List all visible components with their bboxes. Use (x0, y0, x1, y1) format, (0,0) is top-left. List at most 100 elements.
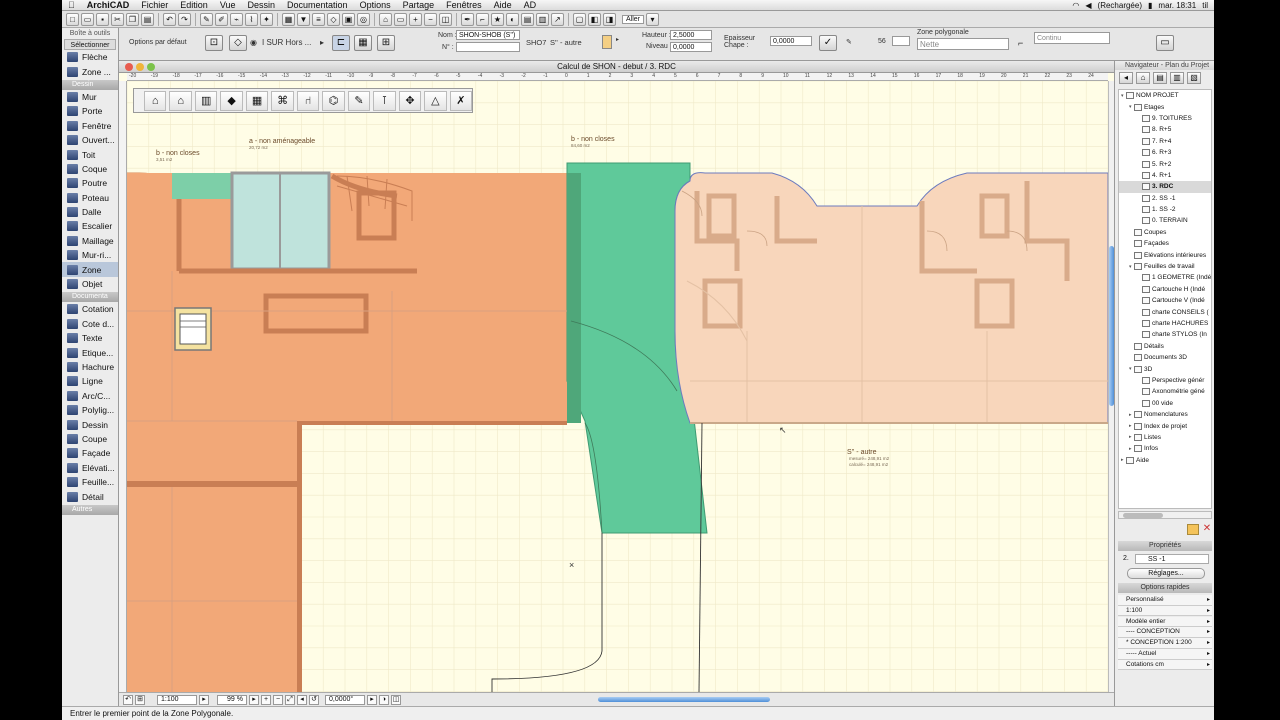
quick-option-row[interactable]: Modèle entier (1118, 616, 1212, 628)
palette-eraser-icon[interactable]: ✗ (449, 90, 473, 111)
tree-item[interactable]: Axonométrie géné (1119, 386, 1211, 397)
tree-item[interactable]: ▸ Listes (1119, 432, 1211, 443)
navigator-icon[interactable]: ◨ (603, 12, 616, 26)
tool-text[interactable]: Texte (62, 331, 118, 345)
horizontal-scroll-thumb[interactable] (598, 697, 770, 702)
tree-item[interactable]: charte HACHURES (1119, 318, 1211, 329)
tool-opening[interactable]: Ouvert... (62, 133, 118, 147)
tool-drawing[interactable]: Dessin (62, 417, 118, 431)
palette-house-icon[interactable]: ⌂ (144, 90, 167, 111)
tree-item[interactable]: ▾ 3D (1119, 363, 1211, 374)
pen-number[interactable]: 56 (878, 38, 886, 45)
scale-dropdown-icon[interactable]: ▸ (199, 694, 209, 705)
tool-worksheet[interactable]: Feuille... (62, 475, 118, 489)
inject-icon[interactable]: ✐ (215, 12, 228, 26)
undo-view-icon[interactable]: ↶ (123, 694, 133, 705)
tool-zone[interactable]: Zone (62, 262, 118, 277)
tool-beam[interactable]: Poutre (62, 176, 118, 190)
check-icon[interactable]: ✓ (819, 35, 837, 51)
tree-scroll-thumb[interactable] (1123, 513, 1163, 518)
tool-window[interactable]: Fenêtre (62, 119, 118, 133)
tool-elevation[interactable]: Façade (62, 446, 118, 460)
new-icon[interactable]: □ (66, 12, 79, 26)
palette-book-icon[interactable]: ▦ (245, 90, 269, 111)
quick-option-row[interactable]: Cotations cm (1118, 659, 1212, 671)
user-menu[interactable]: til (1202, 1, 1208, 10)
properties-field[interactable]: SS -1 (1135, 554, 1209, 564)
syringe-icon[interactable]: ⌇ (245, 12, 258, 26)
angle-dropdown-icon[interactable]: ▸ (367, 694, 377, 705)
app-menu[interactable]: ArchiCAD (81, 0, 136, 10)
magic-wand-icon[interactable]: ✦ (260, 12, 273, 26)
menu-ad[interactable]: AD (518, 0, 543, 10)
tool-section[interactable]: Coupe (62, 432, 118, 446)
layer-icon[interactable]: ≡ (312, 12, 325, 26)
render-icon[interactable]: ◐ (506, 12, 519, 26)
print-icon[interactable]: ▥ (536, 12, 549, 26)
menu-vue[interactable]: Vue (214, 0, 242, 10)
tree-item[interactable]: 00 vide (1119, 398, 1211, 409)
detail-icon[interactable]: ◎ (357, 12, 370, 26)
tree-item[interactable]: charte STYLOS (In (1119, 329, 1211, 340)
tree-item[interactable]: ▾ Feuilles de travail (1119, 261, 1211, 272)
zoom-dropdown-icon[interactable]: ▸ (249, 694, 259, 705)
split-icon[interactable]: ◧ (588, 12, 601, 26)
wifi-icon[interactable]: ◠ (1072, 1, 1079, 10)
menu-aide[interactable]: Aide (488, 0, 518, 10)
height-field[interactable]: 2,5000 (670, 30, 712, 40)
quick-option-row[interactable]: ---- CONCEPTION (1118, 627, 1212, 638)
fill-icon[interactable]: ▭ (1156, 35, 1174, 51)
tree-item[interactable]: 2. SS -1 (1119, 193, 1211, 204)
tree-scrollbar[interactable] (1118, 511, 1212, 519)
palette-furniture-icon[interactable]: ⌬ (322, 90, 345, 111)
group-dessin[interactable]: Dessin (62, 79, 118, 90)
goto-select[interactable]: Aller (622, 14, 645, 24)
quick-option-row[interactable]: 1:100 (1118, 605, 1212, 617)
palette-draw-icon[interactable]: △ (424, 90, 447, 111)
tree-item[interactable]: Documents 3D (1119, 352, 1211, 363)
minimize-window-icon[interactable] (136, 63, 144, 71)
menu-edition[interactable]: Edition (174, 0, 214, 10)
tool-fill[interactable]: Hachure (62, 360, 118, 374)
category-color-swatch[interactable] (602, 35, 612, 49)
zoom-out-icon[interactable]: − (424, 12, 437, 26)
tree-item[interactable]: ▾ Etages (1119, 101, 1211, 112)
tree-item[interactable]: Détails (1119, 341, 1211, 352)
grid-snap-icon[interactable]: ▦ (282, 12, 295, 26)
menu-fenetres[interactable]: Fenêtres (440, 0, 488, 10)
volume-icon[interactable]: ◀ (1085, 1, 1091, 10)
window-icon[interactable]: ▢ (573, 12, 586, 26)
tool-slab[interactable]: Dalle (62, 205, 118, 219)
zoom-field[interactable]: 99 % (217, 694, 247, 705)
tree-item[interactable]: 0. TERRAIN (1119, 215, 1211, 226)
vertical-ruler[interactable] (119, 81, 127, 692)
palette-move-icon[interactable]: ✥ (398, 90, 422, 111)
menu-dessin[interactable]: Dessin (242, 0, 282, 10)
view-map-icon[interactable]: ▤ (1153, 72, 1167, 84)
tree-item[interactable]: Perspective génér (1119, 375, 1211, 386)
tree-item[interactable]: 4. R+1 (1119, 170, 1211, 181)
elevation-icon[interactable]: ⌂ (379, 12, 392, 26)
cut-icon[interactable]: ✂ (111, 12, 124, 26)
pen-icon[interactable]: ✒ (461, 12, 474, 26)
group-autres[interactable]: Autres (62, 504, 118, 515)
quick-option-row[interactable]: * CONCEPTION 1:200 (1118, 638, 1212, 649)
gravity-icon[interactable]: ▼ (297, 12, 310, 26)
line-type-select[interactable]: Continu (1034, 32, 1110, 44)
rectangle-method-icon[interactable]: ▦ (354, 35, 372, 51)
publisher-icon[interactable]: ▧ (1187, 72, 1201, 84)
menu-fichier[interactable]: Fichier (135, 0, 174, 10)
settings-button[interactable]: Réglages... (1127, 568, 1205, 579)
layer-dropdown-icon[interactable]: ▸ (320, 38, 324, 47)
layout-book-icon[interactable]: ▥ (1170, 72, 1184, 84)
chevron-down-icon[interactable]: ▾ (646, 12, 660, 26)
rotated-rectangle-icon[interactable]: ⊞ (377, 35, 395, 51)
default-options-label[interactable]: Options par défaut (129, 39, 187, 46)
copy-icon[interactable]: ❐ (126, 12, 139, 26)
pen-field[interactable] (892, 36, 910, 46)
tree-item[interactable]: Façades (1119, 238, 1211, 249)
tool-object[interactable]: Objet (62, 277, 118, 291)
properties-header[interactable]: Propriétés (1118, 541, 1212, 551)
tool-column[interactable]: Poteau (62, 191, 118, 205)
polygon-method-icon[interactable]: ⊏ (332, 35, 350, 51)
